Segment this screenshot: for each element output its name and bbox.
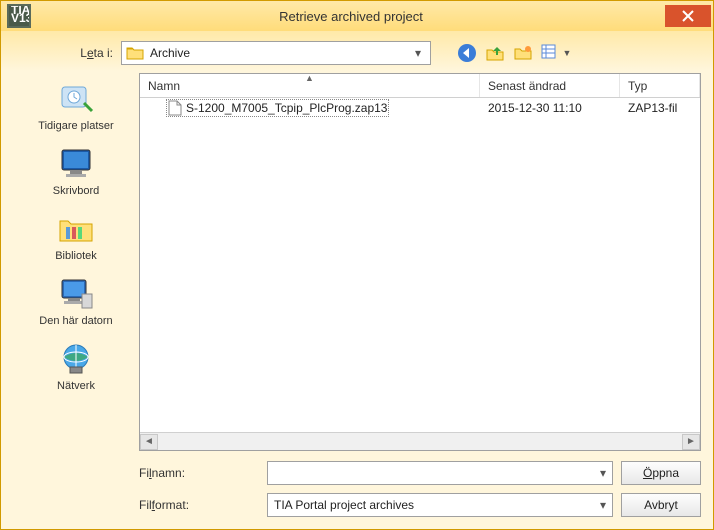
recent-icon <box>56 81 96 117</box>
window-title: Retrieve archived project <box>37 9 665 24</box>
file-icon <box>168 100 182 116</box>
libraries-icon <box>56 211 96 247</box>
place-desktop[interactable]: Skrivbord <box>13 140 139 201</box>
filename-label: Filnamn: <box>139 466 259 480</box>
col-date-label: Senast ändrad <box>488 79 566 93</box>
col-type-label: Typ <box>628 79 647 93</box>
chevron-down-icon: ▾ <box>600 466 606 480</box>
filename-row: Filnamn: ▾ Öppna <box>139 461 701 485</box>
lookin-value: Archive <box>150 46 410 60</box>
chevron-down-icon: ▼ <box>563 48 572 58</box>
column-headers: ▲ Namn Senast ändrad Typ <box>140 74 700 98</box>
fileformat-value: TIA Portal project archives <box>274 498 600 512</box>
back-button[interactable] <box>455 41 479 65</box>
file-list[interactable]: ▲ Namn Senast ändrad Typ S-1200_M7005_Tc… <box>139 73 701 451</box>
sort-asc-icon: ▲ <box>305 73 314 83</box>
close-button[interactable] <box>665 5 711 27</box>
up-folder-icon <box>485 43 505 63</box>
h-scrollbar[interactable]: ◄ ► <box>140 432 700 450</box>
lookin-label: Leta i: <box>63 46 113 60</box>
place-label: Nätverk <box>57 380 95 392</box>
views-icon <box>541 44 561 62</box>
computer-icon <box>56 276 96 312</box>
place-label: Skrivbord <box>53 185 99 197</box>
place-thispc[interactable]: Den här datorn <box>13 270 139 331</box>
titlebar: TIAV13 Retrieve archived project <box>1 1 713 31</box>
views-button[interactable]: ▼ <box>539 41 573 65</box>
col-date[interactable]: Senast ändrad <box>480 74 620 97</box>
bottom-area: Filnamn: ▾ Öppna Filformat: TIA Portal p… <box>139 461 701 517</box>
fileformat-combo[interactable]: TIA Portal project archives ▾ <box>267 493 613 517</box>
chevron-down-icon: ▾ <box>600 498 606 512</box>
rows-area: S-1200_M7005_Tcpip_PlcProg.zap13 2015-12… <box>140 98 700 432</box>
back-icon <box>457 43 477 63</box>
middle-area: Tidigare platser Skrivbord Bibliotek Den… <box>13 73 701 451</box>
new-folder-button[interactable] <box>511 41 535 65</box>
place-network[interactable]: Nätverk <box>13 335 139 396</box>
col-name[interactable]: ▲ Namn <box>140 74 480 97</box>
svg-text:V13: V13 <box>11 11 29 25</box>
cancel-button[interactable]: Avbryt <box>621 493 701 517</box>
dialog-body: Leta i: Archive ▾ <box>1 31 713 529</box>
scroll-left-button[interactable]: ◄ <box>140 434 158 450</box>
desktop-icon <box>56 146 96 182</box>
lookin-combo[interactable]: Archive ▾ <box>121 41 431 65</box>
app-icon: TIAV13 <box>7 4 31 28</box>
place-label: Den här datorn <box>39 315 112 327</box>
fileformat-label: Filformat: <box>139 498 259 512</box>
scroll-right-button[interactable]: ► <box>682 434 700 450</box>
close-icon <box>682 10 694 22</box>
cell-name: S-1200_M7005_Tcpip_PlcProg.zap13 <box>140 99 480 117</box>
place-label: Bibliotek <box>55 250 97 262</box>
lookin-row: Leta i: Archive ▾ <box>63 41 701 65</box>
places-bar: Tidigare platser Skrivbord Bibliotek Den… <box>13 73 139 451</box>
folder-icon <box>126 45 144 61</box>
file-pane: ▲ Namn Senast ändrad Typ S-1200_M7005_Tc… <box>139 73 701 451</box>
dialog-window: TIAV13 Retrieve archived project Leta i:… <box>0 0 714 530</box>
network-icon <box>56 341 96 377</box>
chevron-down-icon: ▾ <box>410 46 426 60</box>
place-recent[interactable]: Tidigare platser <box>13 75 139 136</box>
col-type[interactable]: Typ <box>620 74 700 97</box>
new-folder-icon <box>513 43 533 63</box>
open-button[interactable]: Öppna <box>621 461 701 485</box>
nav-toolbar: ▼ <box>455 41 573 65</box>
fileformat-row: Filformat: TIA Portal project archives ▾… <box>139 493 701 517</box>
up-button[interactable] <box>483 41 507 65</box>
file-name: S-1200_M7005_Tcpip_PlcProg.zap13 <box>186 101 387 115</box>
place-libraries[interactable]: Bibliotek <box>13 205 139 266</box>
place-label: Tidigare platser <box>38 120 113 132</box>
cell-date: 2015-12-30 11:10 <box>480 101 620 115</box>
col-name-label: Namn <box>148 79 180 93</box>
table-row[interactable]: S-1200_M7005_Tcpip_PlcProg.zap13 2015-12… <box>140 98 700 118</box>
filename-combo[interactable]: ▾ <box>267 461 613 485</box>
cell-type: ZAP13-fil <box>620 101 700 115</box>
